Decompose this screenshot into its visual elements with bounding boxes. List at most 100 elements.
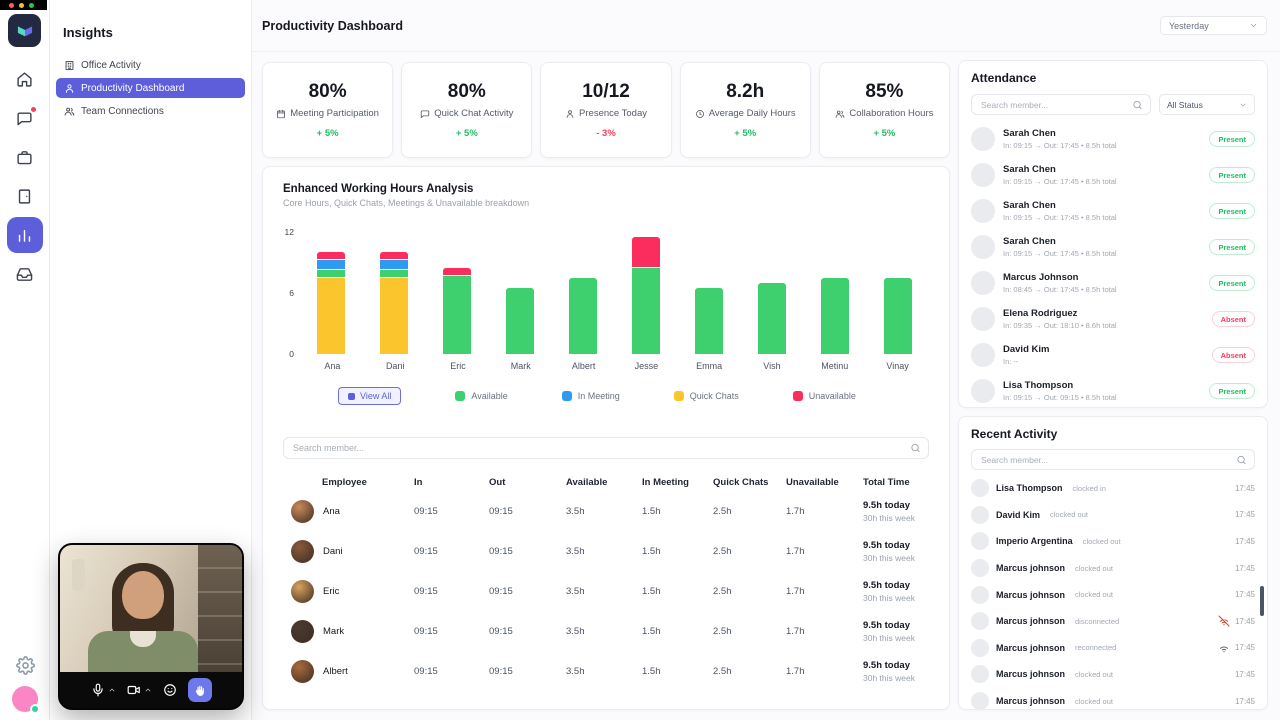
rail-item-briefcase[interactable] bbox=[7, 139, 43, 175]
minimize-window-dot[interactable] bbox=[19, 2, 24, 8]
chart-bar-mark bbox=[505, 287, 534, 354]
kpi-card: 10/12 Presence Today - 3% bbox=[540, 62, 672, 158]
employee-cell: Eric bbox=[283, 579, 414, 603]
activity-time: 17:45 bbox=[1234, 669, 1255, 679]
cell-available: 3.5h bbox=[566, 625, 585, 637]
attendance-row[interactable]: Elena Rodriguez In: 09:35 → Out: 18:10 • … bbox=[971, 301, 1255, 337]
legend-item-in-meeting[interactable]: In Meeting bbox=[561, 391, 620, 401]
member-avatar bbox=[971, 532, 989, 551]
kpi-value: 10/12 bbox=[582, 81, 630, 102]
period-select[interactable]: Yesterday bbox=[1160, 16, 1267, 35]
people-icon bbox=[835, 109, 845, 119]
attendance-row[interactable]: Sarah Chen In: 09:15 → Out: 17:45 • 8.5h … bbox=[971, 121, 1255, 157]
activity-search-input[interactable] bbox=[971, 449, 1255, 470]
chart-bar-metinu bbox=[820, 277, 849, 354]
column-header: In Meeting bbox=[642, 476, 689, 488]
activity-row[interactable]: Marcus johnson clocked out 17:45 bbox=[971, 688, 1255, 709]
activity-row[interactable]: Marcus johnson clocked out 17:45 bbox=[971, 661, 1255, 688]
chevron-up-icon bbox=[144, 686, 152, 694]
sidebar-item-team-connections[interactable]: Team Connections bbox=[56, 101, 245, 121]
activity-row[interactable]: David Kim clocked out 17:45 bbox=[971, 502, 1255, 529]
rail-item-rooms[interactable] bbox=[7, 178, 43, 214]
view-all-button[interactable]: View All bbox=[338, 387, 402, 405]
chevron-up-icon bbox=[108, 686, 116, 694]
maximize-window-dot[interactable] bbox=[29, 2, 34, 8]
emoji-button[interactable] bbox=[163, 683, 177, 697]
kpi-value: 8.2h bbox=[726, 81, 765, 102]
column-header: Unavailable bbox=[786, 476, 839, 488]
sidebar-item-office-activity[interactable]: Office Activity bbox=[56, 55, 245, 75]
gear-icon[interactable] bbox=[15, 656, 35, 675]
self-video-preview[interactable] bbox=[58, 543, 244, 710]
activity-row[interactable]: Marcus johnson clocked out 17:45 bbox=[971, 581, 1255, 608]
table-row[interactable]: Dani 09:15 09:15 3.5h 1.5h 2.5h 1.7h 9.5h today… bbox=[283, 531, 929, 571]
rail-item-chat[interactable] bbox=[7, 100, 43, 136]
window-controls[interactable] bbox=[0, 0, 47, 10]
legend-item-quick-chats[interactable]: Quick Chats bbox=[673, 391, 739, 401]
content-area: Productivity Dashboard Yesterday 80% Meet… bbox=[252, 0, 1280, 720]
activity-row[interactable]: Lisa Thompson clocked in 17:45 bbox=[971, 475, 1255, 502]
cell-out: 09:15 bbox=[489, 585, 513, 597]
x-tick-label: Albert bbox=[571, 361, 596, 371]
attendance-row[interactable]: Sarah Chen In: 09:15 → Out: 17:45 • 8.5h … bbox=[971, 157, 1255, 193]
bar-segment-available bbox=[883, 277, 912, 354]
app-logo[interactable] bbox=[8, 14, 41, 47]
camera-icon bbox=[127, 683, 141, 697]
raise-hand-button[interactable] bbox=[187, 678, 212, 702]
activity-time: 17:45 bbox=[1234, 590, 1255, 600]
legend-label: Quick Chats bbox=[689, 391, 739, 401]
member-avatar bbox=[971, 638, 989, 657]
member-avatar bbox=[971, 379, 995, 403]
activity-row[interactable]: Marcus johnson clocked out 17:45 bbox=[971, 555, 1255, 582]
attendance-search-input[interactable] bbox=[971, 94, 1151, 115]
kpi-card: 80% Meeting Participation + 5% bbox=[262, 62, 394, 158]
attendance-list: Sarah Chen In: 09:15 → Out: 17:45 • 8.5h … bbox=[971, 121, 1255, 407]
member-name: Lisa Thompson bbox=[1003, 380, 1074, 391]
cell-in: 09:15 bbox=[414, 585, 438, 597]
cell-in: 09:15 bbox=[414, 625, 438, 637]
table-row[interactable]: Eric 09:15 09:15 3.5h 1.5h 2.5h 1.7h 9.5h today… bbox=[283, 571, 929, 611]
camera-button[interactable] bbox=[127, 683, 152, 697]
attendance-row[interactable]: Lisa Thompson In: 09:15 → Out: 09:15 • 8.… bbox=[971, 373, 1255, 407]
table-row[interactable]: Mark 09:15 09:15 3.5h 1.5h 2.5h 1.7h 9.5h today… bbox=[283, 611, 929, 651]
legend-item-available[interactable]: Available bbox=[455, 391, 508, 401]
activity-row[interactable]: Imperio Argentina clocked out 17:45 bbox=[971, 528, 1255, 555]
close-window-dot[interactable] bbox=[9, 2, 14, 8]
attendance-row[interactable]: Marcus Johnson In: 08:45 → Out: 17:45 • 8… bbox=[971, 265, 1255, 301]
app-rail bbox=[0, 0, 50, 720]
activity-row[interactable]: Marcus johnson reconnected 17:45 bbox=[971, 635, 1255, 662]
attendance-row[interactable]: Sarah Chen In: 09:15 → Out: 17:45 • 8.5h … bbox=[971, 229, 1255, 265]
attendance-row[interactable]: Sarah Chen In: 09:15 → Out: 17:45 • 8.5h … bbox=[971, 193, 1255, 229]
x-tick-label: Eric bbox=[450, 361, 466, 371]
mic-button[interactable] bbox=[91, 683, 116, 697]
scrollbar-thumb[interactable] bbox=[1260, 586, 1264, 616]
total-today: 9.5h today bbox=[863, 579, 910, 591]
rail-item-home[interactable] bbox=[7, 61, 43, 97]
table-row[interactable]: Albert 09:15 09:15 3.5h 1.5h 2.5h 1.7h 9.5h tod… bbox=[283, 651, 929, 691]
attendance-row[interactable]: David Kim In: -- Absent bbox=[971, 337, 1255, 373]
total-today: 9.5h today bbox=[863, 619, 910, 631]
rail-item-inbox[interactable] bbox=[7, 256, 43, 292]
legend-item-unavailable[interactable]: Unavailable bbox=[792, 391, 856, 401]
attendance-controls: All Status bbox=[971, 94, 1255, 115]
sidebar-title: Insights bbox=[63, 25, 113, 40]
sidebar-item-label: Office Activity bbox=[81, 59, 141, 71]
rail-item-insights[interactable] bbox=[6, 217, 43, 253]
cell-in_meeting: 1.5h bbox=[642, 665, 661, 677]
activity-action: clocked out bbox=[1082, 536, 1121, 546]
member-hours-detail: In: 09:15 → Out: 09:15 • 8.5h total bbox=[1003, 393, 1117, 402]
activity-time: 17:45 bbox=[1234, 483, 1255, 493]
bar-segment-available bbox=[568, 277, 597, 354]
status-filter-select[interactable]: All Status bbox=[1159, 94, 1255, 115]
user-avatar[interactable] bbox=[12, 686, 40, 714]
total-week: 30h this week bbox=[863, 552, 915, 563]
x-tick-label: Jesse bbox=[634, 361, 659, 371]
sidebar-item-productivity-dashboard[interactable]: Productivity Dashboard bbox=[56, 78, 245, 98]
cell-quick_chats: 2.5h bbox=[713, 665, 732, 677]
table-row[interactable]: Ana 09:15 09:15 3.5h 1.5h 2.5h 1.7h 9.5h today 3… bbox=[283, 491, 929, 531]
inbox-icon bbox=[16, 266, 33, 283]
activity-row[interactable]: Marcus johnson disconnected 17:45 bbox=[971, 608, 1255, 635]
member-search-input[interactable] bbox=[283, 437, 929, 459]
background-shelf bbox=[198, 545, 242, 676]
working-hours-card: Enhanced Working Hours Analysis Core Hou… bbox=[262, 166, 950, 710]
